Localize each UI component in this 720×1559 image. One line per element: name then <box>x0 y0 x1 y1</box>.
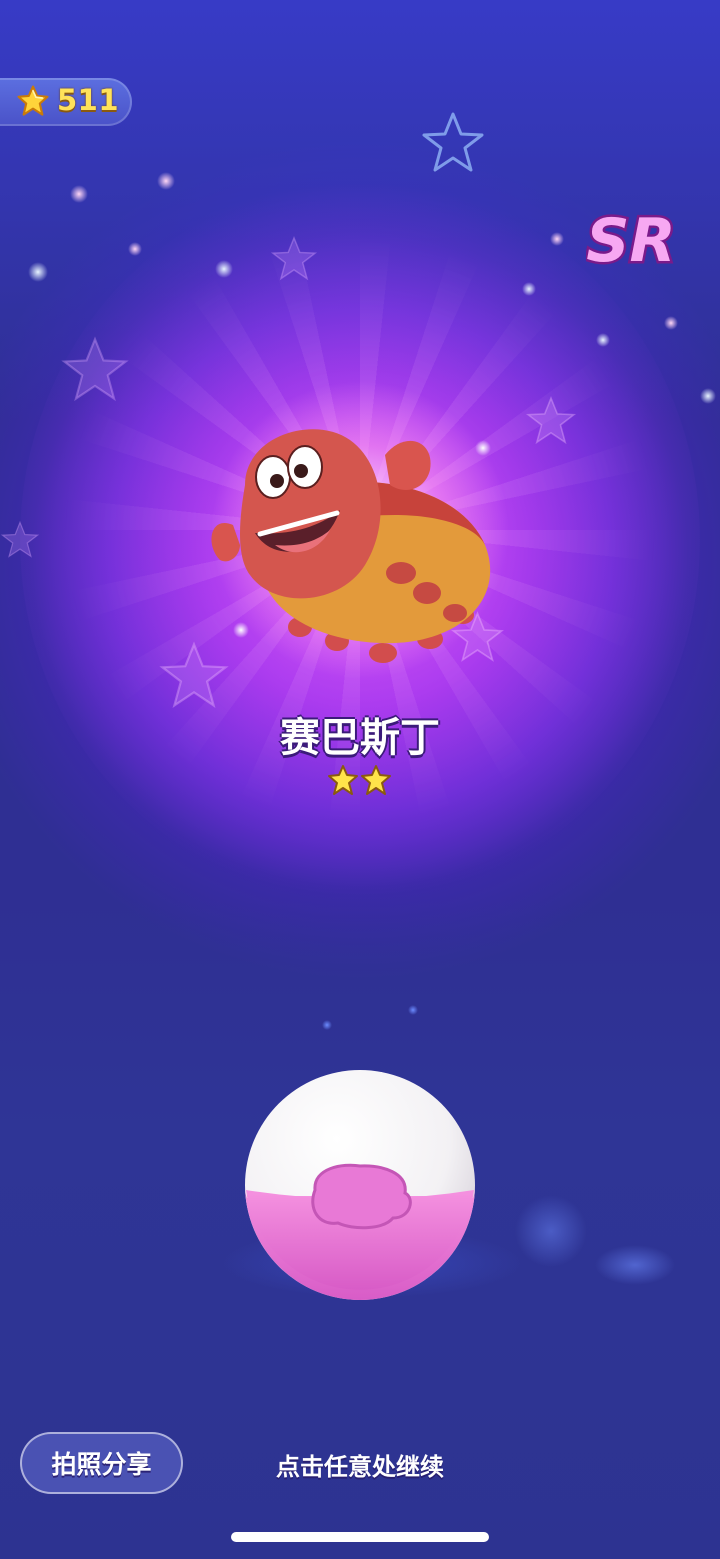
rating-star-icon <box>328 765 358 795</box>
rating-star-icon <box>361 765 391 795</box>
sparkle-icon <box>525 396 577 445</box>
star-rating <box>328 765 391 795</box>
sparkle-dot <box>28 262 48 282</box>
sparkle-icon <box>61 336 129 402</box>
bokeh-light <box>515 1195 587 1267</box>
star-icon <box>17 85 49 116</box>
capture-ball-icon[interactable] <box>243 1068 477 1302</box>
share-photo-label: 拍照分享 <box>51 1450 152 1479</box>
sparkle-dot <box>157 172 175 190</box>
sparkle-dot <box>322 1020 332 1030</box>
sparkle-dot <box>522 282 536 296</box>
sparkle-dot <box>700 388 716 404</box>
share-photo-button[interactable]: 拍照分享 <box>20 1432 183 1494</box>
home-indicator[interactable] <box>231 1532 489 1542</box>
sparkle-dot <box>596 333 610 347</box>
character-illustration <box>211 429 491 663</box>
sr-rarity-badge: SR <box>586 204 676 279</box>
sparkle-dot <box>128 242 142 256</box>
character-name: 赛巴斯丁 <box>280 715 440 761</box>
sparkle-icon <box>270 235 318 281</box>
gacha-reveal-screen[interactable]: 511 SR 赛巴斯丁 拍照分享 点击任意处继续 <box>0 0 720 1559</box>
sparkle-dot <box>408 1005 418 1015</box>
sparkle-dot <box>215 260 233 278</box>
sparkle-dot <box>664 316 678 330</box>
sparkle-icon <box>0 520 40 558</box>
bokeh-light <box>595 1245 675 1285</box>
sparkle-dot <box>70 185 88 203</box>
tap-to-continue-hint: 点击任意处继续 <box>276 1453 444 1481</box>
sparkle-icon <box>422 112 484 172</box>
sparkle-dot <box>550 232 564 246</box>
score-value: 511 <box>57 83 120 117</box>
sr-rarity-badge-label: SR <box>586 206 675 276</box>
